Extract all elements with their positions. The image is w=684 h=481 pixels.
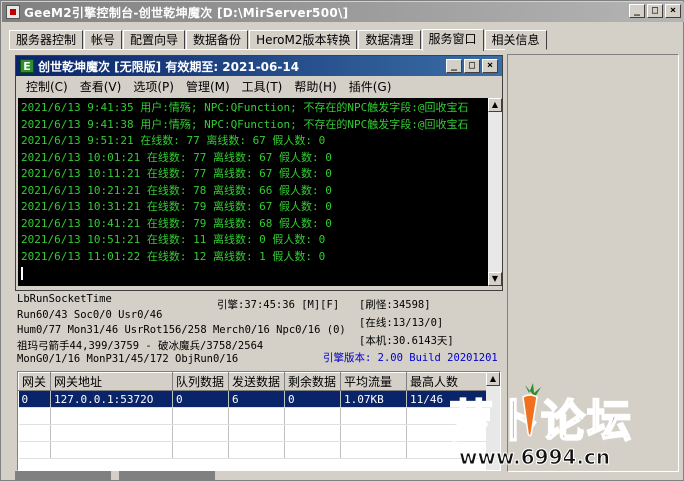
engine-icon: E xyxy=(20,59,34,73)
log-output[interactable]: 2021/6/13 9:41:35 用户:情殇; NPC:QFunction; … xyxy=(18,98,488,286)
table-cell: 0 xyxy=(172,390,229,408)
scroll-down-icon[interactable]: ▼ xyxy=(488,272,502,286)
table-cell: 1.07KB xyxy=(340,390,407,408)
menu-options[interactable]: 选项(P) xyxy=(127,78,180,95)
log-line: 2021/6/13 10:01:21 在线数: 77 离线数: 67 假人数: … xyxy=(21,150,332,164)
tab-strip: 服务器控制 帐号 配置向导 数据备份 HeroM2版本转换 数据清理 服务窗口 … xyxy=(9,28,548,51)
scroll-up-icon[interactable]: ▲ xyxy=(488,98,502,112)
log-line: 2021/6/13 11:01:22 在线数: 12 离线数: 1 假人数: 0 xyxy=(21,249,326,263)
table-cell: 0 xyxy=(18,390,51,408)
menu-help[interactable]: 帮助(H) xyxy=(288,78,342,95)
tab-herom2-convert[interactable]: HeroM2版本转换 xyxy=(249,30,358,50)
table-cell: 127.0.0.1:5372O xyxy=(50,390,173,408)
main-window: GeeM2引擎控制台-创世乾坤魔次 [D:\MirServer500\] _ □… xyxy=(0,0,684,481)
engine-version: 引擎版本: 2.00 Build 20201201 xyxy=(323,352,498,364)
log-line: 2021/6/13 10:21:21 在线数: 78 离线数: 66 假人数: … xyxy=(21,183,332,197)
menu-view[interactable]: 查看(V) xyxy=(74,78,128,95)
log-scrollbar[interactable]: ▲ ▼ xyxy=(488,98,502,286)
tab-server-control[interactable]: 服务器控制 xyxy=(9,30,84,50)
text-caret xyxy=(21,267,23,280)
window-titlebar[interactable]: GeeM2引擎控制台-创世乾坤魔次 [D:\MirServer500\] _ □… xyxy=(2,2,684,22)
engine-minimize-button[interactable]: _ xyxy=(446,59,462,73)
table-cell: 6 xyxy=(228,390,285,408)
tab-config-wizard[interactable]: 配置向导 xyxy=(123,30,186,50)
menu-control[interactable]: 控制(C) xyxy=(20,78,74,95)
column-header[interactable]: 队列数据 xyxy=(172,372,229,391)
table-row xyxy=(18,424,487,442)
engine-window-titlebar[interactable]: E 创世乾坤魔次 [无限版] 有效期至: 2021-06-14 _ □ × xyxy=(16,56,502,76)
forum-watermark-logo: 萝卜论坛 www.6994.cn xyxy=(448,381,679,477)
log-line: 2021/6/13 10:41:21 在线数: 79 离线数: 68 假人数: … xyxy=(21,216,332,230)
log-line: 2021/6/13 10:11:21 在线数: 77 离线数: 67 假人数: … xyxy=(21,167,332,180)
close-button[interactable]: × xyxy=(665,4,681,18)
taskbar-item[interactable] xyxy=(119,471,215,481)
table-header: 网关 网关地址 队列数据 发送数据 剩余数据 平均流量 最高人数 xyxy=(18,372,487,391)
menu-plugins[interactable]: 插件(G) xyxy=(343,78,398,95)
monster-stats: MonG0/1/16 MonP31/45/172 ObjRun0/16 xyxy=(17,353,239,365)
watermark-url: www.6994.cn xyxy=(458,445,611,470)
engine-maximize-button[interactable]: □ xyxy=(464,59,480,73)
engine-close-button[interactable]: × xyxy=(482,59,498,73)
log-line: 2021/6/13 9:41:38 用户:情殇; NPC:QFunction; … xyxy=(21,117,469,131)
table-row[interactable]: 0 127.0.0.1:5372O 0 6 0 1.07KB 11/46 xyxy=(18,390,487,408)
log-line: 2021/6/13 9:41:35 用户:情殇; NPC:QFunction; … xyxy=(21,101,469,114)
player-info: 祖玛弓箭手44,399/3759 - 破冰魔兵/3758/2564 xyxy=(17,340,264,352)
tab-data-backup[interactable]: 数据备份 xyxy=(186,30,249,50)
refresh-monster-count: [刷怪:34598] xyxy=(359,299,431,311)
app-icon xyxy=(6,5,20,19)
column-header[interactable]: 发送数据 xyxy=(228,372,285,391)
socket-time: LbRunSocketTime xyxy=(17,293,112,305)
tab-accounts[interactable]: 帐号 xyxy=(84,30,123,50)
menu-manage[interactable]: 管理(M) xyxy=(180,78,236,95)
minimize-button[interactable]: _ xyxy=(629,4,645,18)
log-line: 2021/6/13 9:51:21 在线数: 77 离线数: 67 假人数: 0 xyxy=(21,134,326,147)
tab-service-window[interactable]: 服务窗口 xyxy=(421,29,484,51)
taskbar-item[interactable] xyxy=(15,471,111,481)
engine-menubar: 控制(C) 查看(V) 选项(P) 管理(M) 工具(T) 帮助(H) 插件(G… xyxy=(16,76,502,96)
tab-data-cleanup[interactable]: 数据清理 xyxy=(358,30,421,50)
gateway-table[interactable]: 网关 网关地址 队列数据 发送数据 剩余数据 平均流量 最高人数 0 127.0… xyxy=(17,371,501,471)
log-line: 2021/6/13 10:31:21 在线数: 79 离线数: 67 假人数: … xyxy=(21,200,332,213)
table-cell: 0 xyxy=(284,390,341,408)
engine-window: E 创世乾坤魔次 [无限版] 有效期至: 2021-06-14 _ □ × 控制… xyxy=(15,55,503,291)
uptime: [本机:30.6143天] xyxy=(359,335,454,347)
maximize-button[interactable]: □ xyxy=(647,4,663,18)
column-header[interactable]: 剩余数据 xyxy=(284,372,341,391)
taskbar-strip xyxy=(15,471,235,481)
table-row xyxy=(18,441,487,459)
log-line: 2021/6/13 10:51:21 在线数: 11 离线数: 0 假人数: 0 xyxy=(21,233,326,246)
table-row xyxy=(18,407,487,425)
run-stats: Run60/43 Soc0/0 Usr0/46 xyxy=(17,309,163,321)
window-title: GeeM2引擎控制台-创世乾坤魔次 [D:\MirServer500\] xyxy=(24,5,349,20)
hum-stats: Hum0/77 Mon31/46 UsrRot156/258 Merch0/16… xyxy=(17,324,346,336)
menu-tools[interactable]: 工具(T) xyxy=(236,78,289,95)
column-header[interactable]: 网关 xyxy=(18,372,51,391)
engine-status: LbRunSocketTime 引擎:37:45:36 [M][F] [刷怪:3… xyxy=(17,293,503,367)
tab-related-info[interactable]: 相关信息 xyxy=(484,30,547,50)
column-header[interactable]: 平均流量 xyxy=(340,372,407,391)
column-header[interactable]: 网关地址 xyxy=(50,372,173,391)
carrot-icon xyxy=(522,383,541,437)
engine-time: 引擎:37:45:36 [M][F] xyxy=(217,299,340,311)
engine-window-title: 创世乾坤魔次 [无限版] 有效期至: 2021-06-14 xyxy=(38,59,300,74)
online-count: [在线:13/13/0] xyxy=(359,317,444,329)
